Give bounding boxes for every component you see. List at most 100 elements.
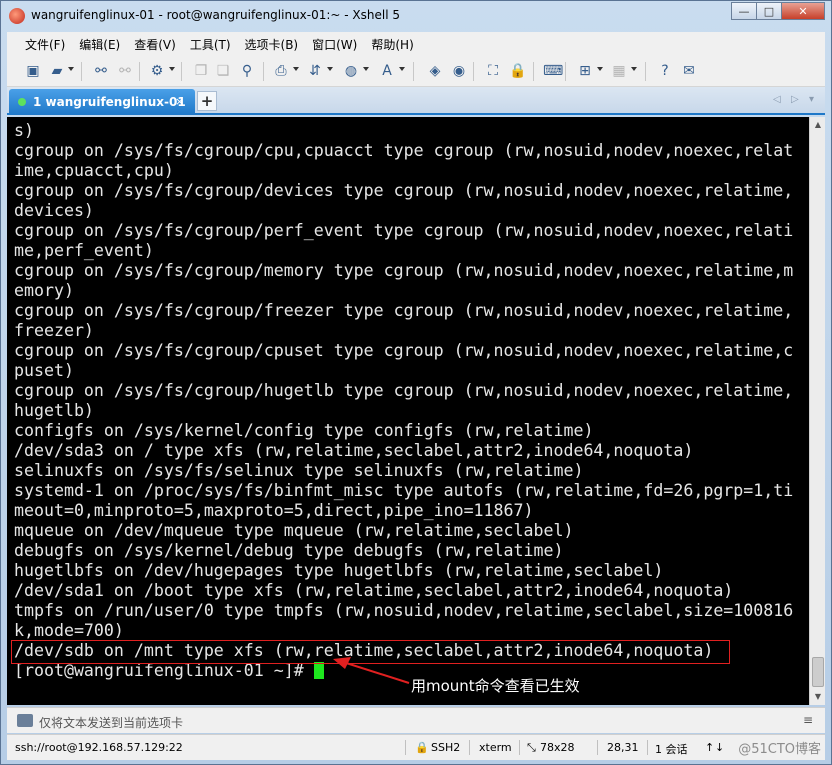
compose-menu-icon[interactable]: ≡ xyxy=(803,713,813,727)
terminal-line: meout=0,minproto=5,maxproto=5,direct,pip… xyxy=(14,501,534,520)
compose-icon xyxy=(17,714,33,727)
globe-icon[interactable]: ◍ xyxy=(343,63,359,79)
terminal-line: k,mode=700) xyxy=(14,621,124,640)
xshell-window: wangruifenglinux-01 - root@wangruifengli… xyxy=(0,0,832,765)
tab-scroll-right-icon[interactable]: ▷ xyxy=(791,94,799,105)
print-icon[interactable]: ⎙ xyxy=(273,63,289,79)
terminal-view[interactable]: s) cgroup on /sys/fs/cgroup/cpu,cpuacct t… xyxy=(7,117,809,705)
find-icon[interactable]: ⚲ xyxy=(239,63,255,79)
tab-list-icon[interactable]: ▾ xyxy=(809,94,814,105)
terminal-line: /dev/sda3 on / type xfs (rw,relatime,sec… xyxy=(14,441,694,460)
terminal-line: emory) xyxy=(14,281,74,300)
watermark: @51CTO博客 xyxy=(738,742,821,757)
status-terminal-type: xterm xyxy=(479,741,512,754)
menu-tools[interactable]: 工具(T) xyxy=(190,36,231,53)
lock-status-icon: 🔒 xyxy=(415,741,429,754)
fullscreen-icon[interactable]: ⛶ xyxy=(485,63,501,79)
scroll-down-icon[interactable]: ▼ xyxy=(810,689,826,705)
terminal-line: hugetlb) xyxy=(14,401,94,420)
scroll-up-icon[interactable]: ▲ xyxy=(810,117,826,133)
transfer-icon[interactable]: ⇵ xyxy=(307,63,323,79)
terminal-line: devices) xyxy=(14,201,94,220)
copy-icon[interactable]: ❐ xyxy=(193,63,209,79)
terminal-prompt-line[interactable]: [root@wangruifenglinux-01 ~]# xyxy=(14,661,793,681)
script-icon[interactable]: ◉ xyxy=(451,63,467,79)
layout-dropdown-icon[interactable] xyxy=(631,67,637,71)
toolbar: ▣ ▰ ⚯ ⚯ ⚙ ❐ ❏ ⚲ ⎙ ⇵ ◍ A ◈ ◉ ⛶ 🔒 ⌨ ⊞ ▦ ? … xyxy=(7,56,825,87)
new-session-icon[interactable]: ▣ xyxy=(25,63,41,79)
menu-view[interactable]: 查看(V) xyxy=(134,36,176,53)
connect-icon[interactable]: ⚯ xyxy=(93,63,109,79)
terminal-line: cgroup on /sys/fs/cgroup/freezer type cg… xyxy=(14,301,794,320)
tab-wangruifenglinux-01[interactable]: 1 wangruifenglinux-01 × xyxy=(9,89,195,115)
transfer-dropdown-icon[interactable] xyxy=(327,67,333,71)
globe-dropdown-icon[interactable] xyxy=(363,67,369,71)
xshell-app-icon[interactable] xyxy=(9,8,25,24)
compose-input[interactable]: 仅将文本发送到当前选项卡 xyxy=(39,714,183,731)
menu-window[interactable]: 窗口(W) xyxy=(312,36,357,53)
print-dropdown-icon[interactable] xyxy=(293,67,299,71)
open-dropdown-icon[interactable] xyxy=(68,67,74,71)
terminal-output: s) cgroup on /sys/fs/cgroup/cpu,cpuacct t… xyxy=(14,121,793,681)
status-size: 78x28 xyxy=(540,741,575,754)
properties-dropdown-icon[interactable] xyxy=(169,67,175,71)
status-connection: ssh://root@192.168.57.129:22 xyxy=(15,741,183,754)
status-bar: ssh://root@192.168.57.129:22 🔒 SSH2 xter… xyxy=(7,734,825,760)
terminal-line: ime,cpuacct,cpu) xyxy=(14,161,174,180)
terminal-line: selinuxfs on /sys/fs/selinux type selinu… xyxy=(14,461,584,480)
resize-status-icon: ⤡ xyxy=(527,741,536,754)
disconnect-icon[interactable]: ⚯ xyxy=(117,63,133,79)
layout-icon[interactable]: ▦ xyxy=(611,63,627,79)
font-icon[interactable]: A xyxy=(379,63,395,79)
xftp-icon[interactable]: ◈ xyxy=(427,63,443,79)
terminal-line: /dev/sda1 on /boot type xfs (rw,relatime… xyxy=(14,581,734,600)
terminal-line: configfs on /sys/kernel/config type conf… xyxy=(14,421,594,440)
open-folder-icon[interactable]: ▰ xyxy=(49,63,65,79)
status-down-icon: ↓ xyxy=(715,741,725,754)
window-controls: — □ ✕ xyxy=(731,2,825,20)
scrollbar-thumb[interactable] xyxy=(812,657,824,687)
terminal-line: mqueue on /dev/mqueue type mqueue (rw,re… xyxy=(14,521,574,540)
menu-help[interactable]: 帮助(H) xyxy=(371,36,413,53)
close-window-button[interactable]: ✕ xyxy=(781,2,825,20)
compose-bar[interactable]: 仅将文本发送到当前选项卡 ≡ xyxy=(7,707,825,733)
tab-label: 1 wangruifenglinux-01 xyxy=(33,95,186,109)
properties-icon[interactable]: ⚙ xyxy=(149,63,165,79)
terminal-line: cgroup on /sys/fs/cgroup/cpuset type cgr… xyxy=(14,341,794,360)
menu-file[interactable]: 文件(F) xyxy=(25,36,65,53)
annotation-text: 用mount命令查看已生效 xyxy=(411,677,580,695)
minimize-button[interactable]: — xyxy=(731,2,757,20)
new-tab-icon[interactable]: ⊞ xyxy=(577,63,593,79)
tab-scroll-left-icon[interactable]: ◁ xyxy=(773,94,781,105)
add-tab-button[interactable]: + xyxy=(197,91,217,111)
terminal-line: freezer) xyxy=(14,321,94,340)
keyboard-icon[interactable]: ⌨ xyxy=(543,63,563,79)
terminal-scrollbar[interactable]: ▲ ▼ xyxy=(809,117,825,705)
lock-icon[interactable]: 🔒 xyxy=(509,63,526,79)
terminal-cursor xyxy=(313,662,324,679)
help-icon[interactable]: ? xyxy=(657,63,673,79)
highlight-box xyxy=(11,640,730,664)
terminal-line: s) xyxy=(14,121,34,140)
menu-edit[interactable]: 编辑(E) xyxy=(79,36,120,53)
connected-status-icon xyxy=(18,98,26,106)
status-sessions: 1 会话 xyxy=(655,743,688,756)
window-title: wangruifenglinux-01 - root@wangruifengli… xyxy=(31,8,400,22)
terminal-line: me,perf_event) xyxy=(14,241,154,260)
maximize-button[interactable]: □ xyxy=(756,2,782,20)
tab-close-icon[interactable]: × xyxy=(175,95,184,108)
terminal-line: cgroup on /sys/fs/cgroup/perf_event type… xyxy=(14,221,794,240)
new-tab-dropdown-icon[interactable] xyxy=(597,67,603,71)
menu-bar: 文件(F) 编辑(E) 查看(V) 工具(T) 选项卡(B) 窗口(W) 帮助(… xyxy=(7,32,825,56)
status-up-icon: ↑ xyxy=(705,741,715,754)
chat-icon[interactable]: ✉ xyxy=(681,63,697,79)
terminal-line: puset) xyxy=(14,361,74,380)
status-cursor: 28,31 xyxy=(607,741,639,754)
terminal-line: debugfs on /sys/kernel/debug type debugf… xyxy=(14,541,564,560)
paste-icon[interactable]: ❏ xyxy=(215,63,231,79)
font-dropdown-icon[interactable] xyxy=(399,67,405,71)
menu-tabs[interactable]: 选项卡(B) xyxy=(245,36,299,53)
title-bar[interactable]: wangruifenglinux-01 - root@wangruifengli… xyxy=(1,1,831,31)
terminal-line: cgroup on /sys/fs/cgroup/hugetlb type cg… xyxy=(14,381,794,400)
status-protocol: SSH2 xyxy=(431,741,461,754)
